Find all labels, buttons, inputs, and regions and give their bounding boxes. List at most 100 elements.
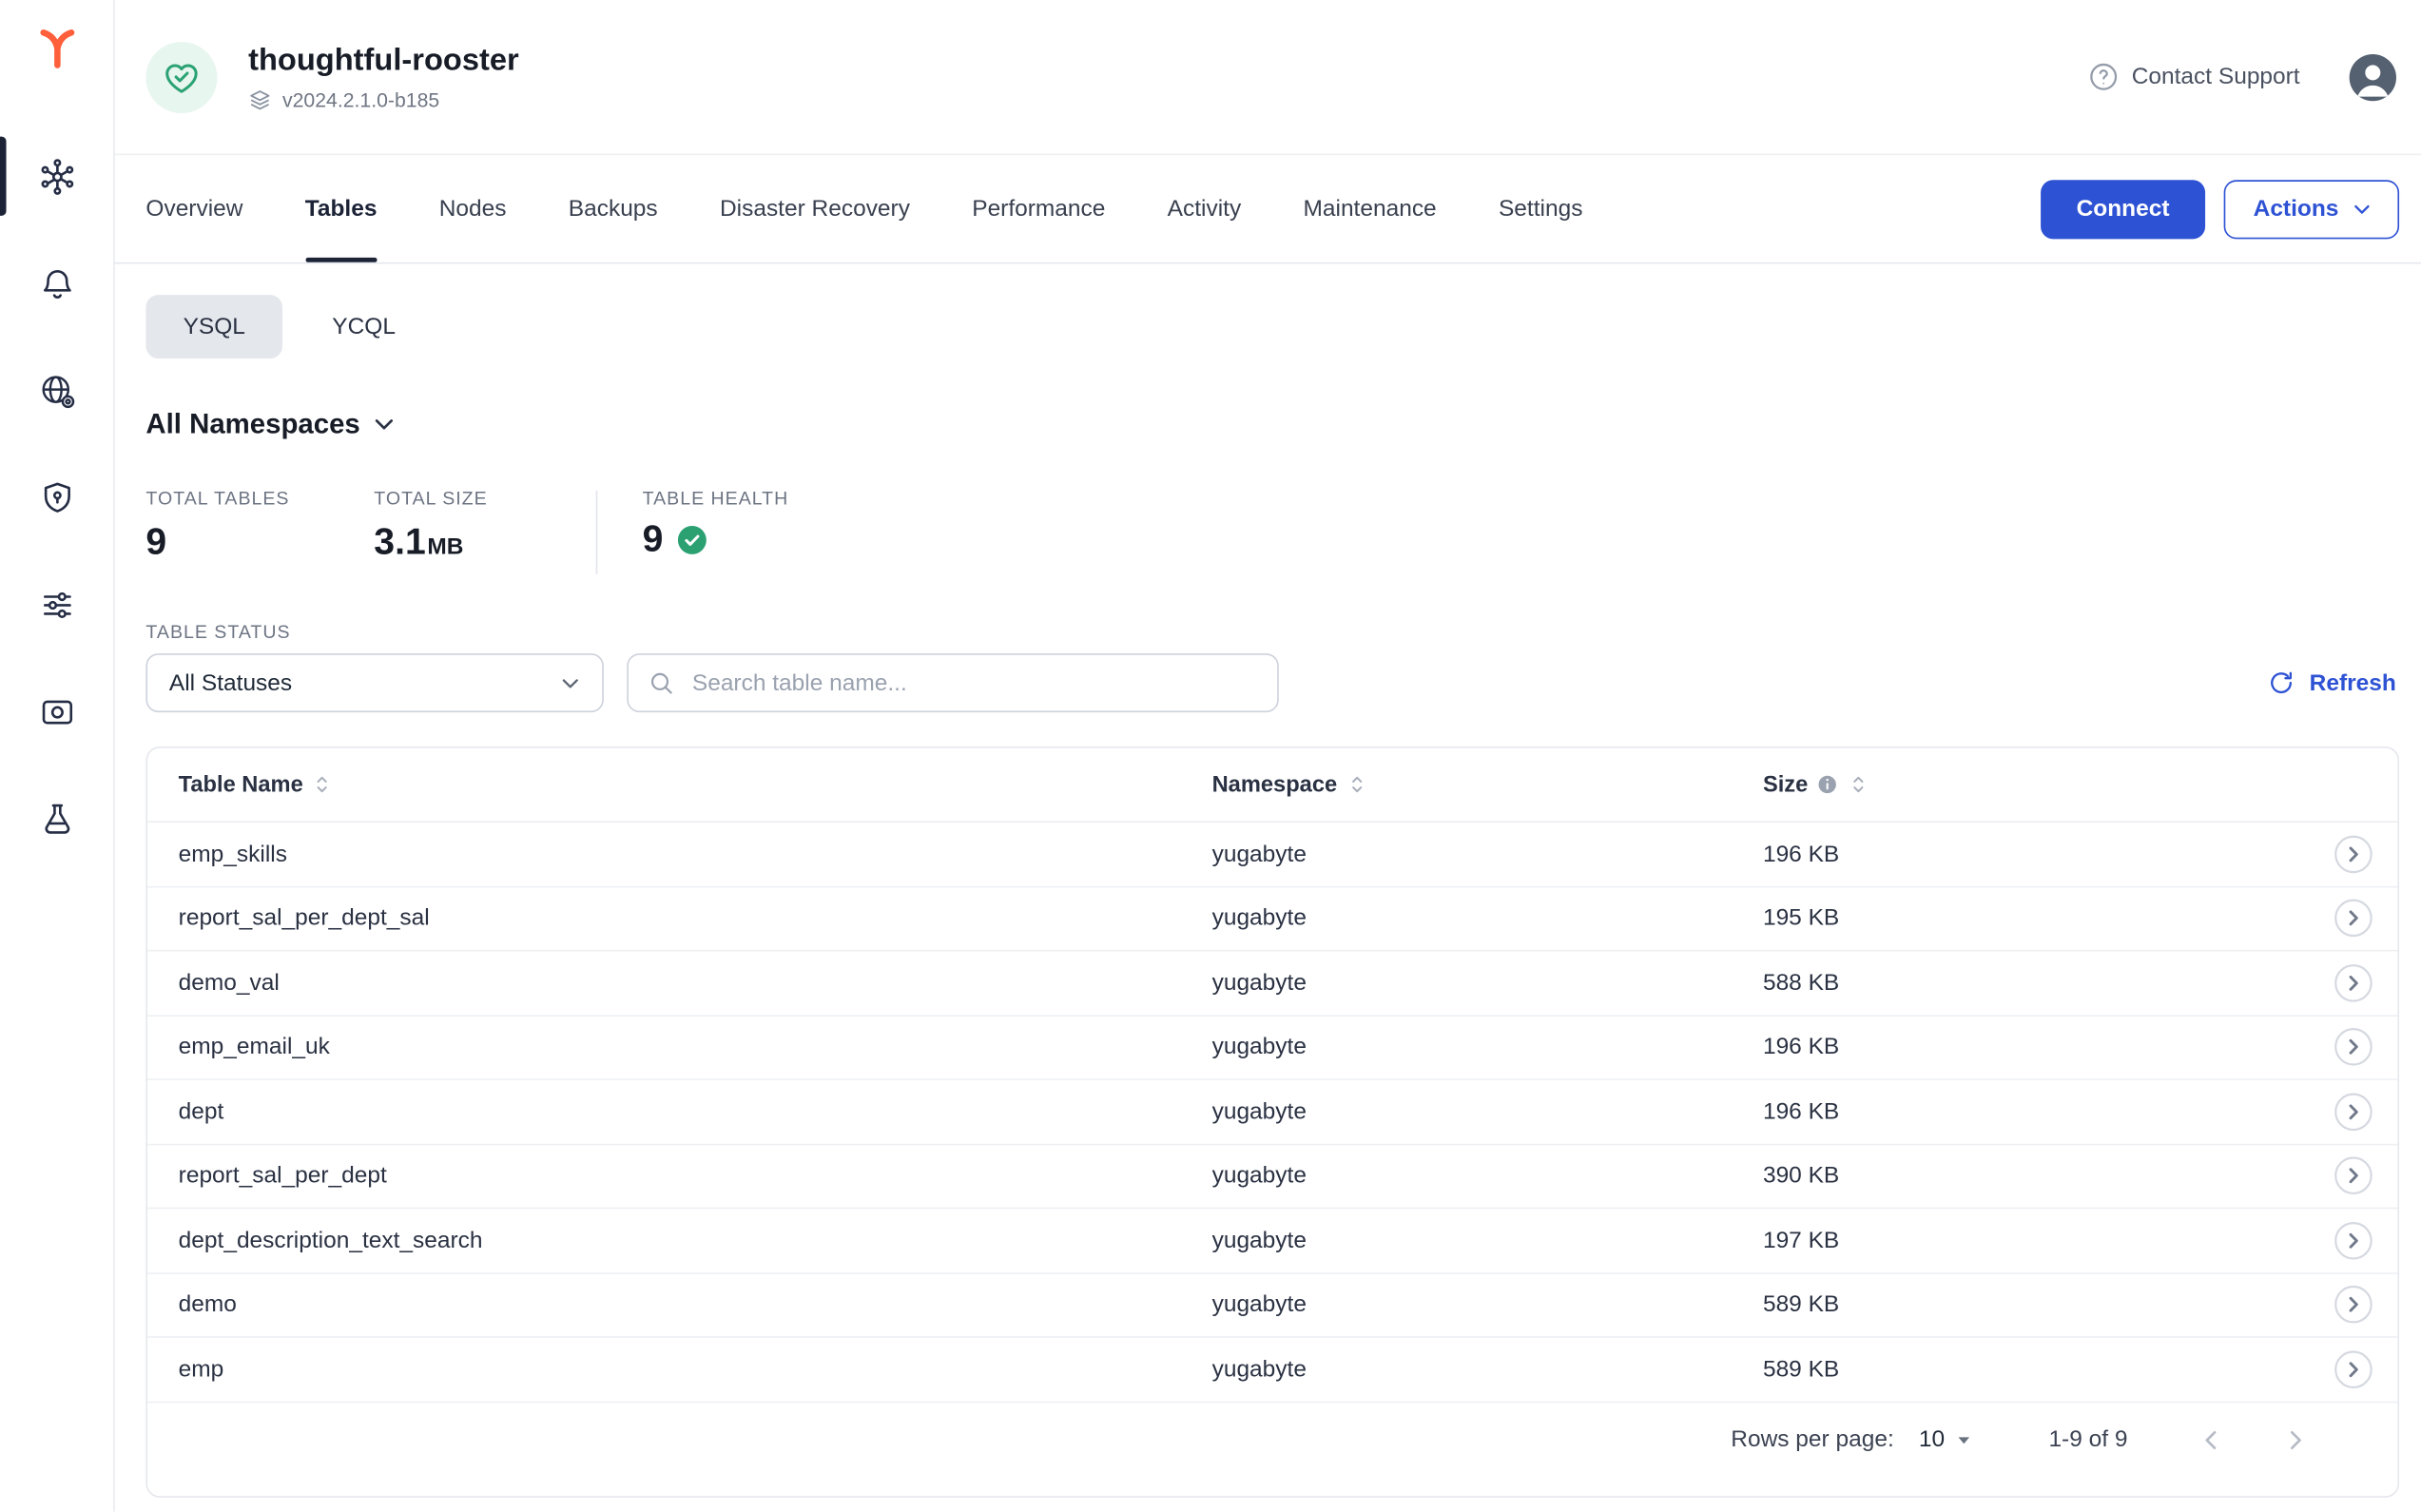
cell-size: 589 KB xyxy=(1763,1356,2305,1383)
row-detail-button[interactable] xyxy=(2334,1093,2373,1132)
toggle-ysql[interactable]: YSQL xyxy=(145,295,282,359)
refresh-button[interactable]: Refresh xyxy=(2268,669,2399,696)
tab-backups[interactable]: Backups xyxy=(569,155,658,262)
avatar[interactable] xyxy=(2347,50,2399,103)
total-tables-label: TOTAL TABLES xyxy=(145,487,374,509)
row-detail-button[interactable] xyxy=(2334,1286,2373,1325)
tab-tables[interactable]: Tables xyxy=(305,155,378,262)
sidebar-item-config[interactable] xyxy=(0,551,113,658)
sidebar-item-labs[interactable] xyxy=(0,766,113,873)
cell-table-name: demo xyxy=(179,1291,1212,1318)
table-row[interactable]: dept yugabyte 196 KB xyxy=(147,1080,2397,1145)
stats-divider xyxy=(596,491,598,574)
actions-button[interactable]: Actions xyxy=(2224,179,2399,238)
namespace-dropdown[interactable]: All Namespaces xyxy=(145,408,2399,440)
next-page-button[interactable] xyxy=(2279,1424,2311,1455)
avatar-icon xyxy=(2347,50,2399,103)
column-header-namespace[interactable]: Namespace xyxy=(1212,772,1763,797)
row-detail-button[interactable] xyxy=(2334,1156,2373,1195)
status-select[interactable]: All Statuses xyxy=(145,653,603,712)
check-circle-icon xyxy=(677,525,708,556)
help-icon xyxy=(2086,61,2119,93)
row-detail-button[interactable] xyxy=(2334,1349,2373,1388)
table-row[interactable]: emp yugabyte 589 KB xyxy=(147,1338,2397,1403)
chevron-right-circle-icon xyxy=(2334,963,2373,1002)
table-row[interactable]: report_sal_per_dept yugabyte 390 KB xyxy=(147,1145,2397,1210)
sidebar xyxy=(0,0,115,1512)
cell-namespace: yugabyte xyxy=(1212,841,1763,867)
column-header-table-name[interactable]: Table Name xyxy=(179,772,1212,797)
table-row[interactable]: demo_val yugabyte 588 KB xyxy=(147,951,2397,1016)
labs-flask-icon xyxy=(38,800,75,837)
tables-card: Table Name Namespace Size xyxy=(145,746,2399,1497)
sidebar-item-alerts[interactable] xyxy=(0,230,113,338)
namespace-dropdown-label: All Namespaces xyxy=(145,408,359,440)
global-config-icon xyxy=(36,370,76,410)
table-row[interactable]: dept_description_text_search yugabyte 19… xyxy=(147,1209,2397,1273)
toggle-ycql[interactable]: YCQL xyxy=(295,295,433,359)
tab-disaster-recovery[interactable]: Disaster Recovery xyxy=(720,155,910,262)
chevron-right-circle-icon xyxy=(2334,1286,2373,1325)
cell-namespace: yugabyte xyxy=(1212,970,1763,997)
table-row[interactable]: demo yugabyte 589 KB xyxy=(147,1273,2397,1338)
tab-maintenance[interactable]: Maintenance xyxy=(1303,155,1436,262)
app-root: thoughtful-rooster v2024.2.1.0-b185 xyxy=(0,0,2421,1512)
column-header-size[interactable]: Size xyxy=(1763,772,2305,797)
cell-size: 589 KB xyxy=(1763,1291,2305,1318)
rows-per-page-select[interactable]: 10 xyxy=(1919,1426,1978,1453)
chevron-right-circle-icon xyxy=(2334,1349,2373,1388)
cell-namespace: yugabyte xyxy=(1212,1228,1763,1254)
cell-namespace: yugabyte xyxy=(1212,1356,1763,1383)
table-row[interactable]: emp_email_uk yugabyte 196 KB xyxy=(147,1016,2397,1080)
row-detail-button[interactable] xyxy=(2334,963,2373,1002)
search-input[interactable] xyxy=(689,669,1259,698)
universe-icon xyxy=(36,156,76,196)
yugabyte-logo-icon xyxy=(38,28,75,69)
total-size-value: 3.1 xyxy=(374,523,425,564)
cell-table-name: dept_description_text_search xyxy=(179,1228,1212,1254)
tab-performance[interactable]: Performance xyxy=(972,155,1105,262)
billing-card-icon xyxy=(38,693,75,730)
total-size-unit: MB xyxy=(427,535,463,561)
table-search xyxy=(627,653,1278,712)
cell-table-name: demo_val xyxy=(179,970,1212,997)
cell-size: 196 KB xyxy=(1763,841,2305,867)
row-detail-button[interactable] xyxy=(2334,835,2373,874)
previous-page-button[interactable] xyxy=(2196,1424,2227,1455)
cell-table-name: report_sal_per_dept_sal xyxy=(179,905,1212,932)
cell-namespace: yugabyte xyxy=(1212,1098,1763,1125)
page-title: thoughtful-rooster xyxy=(248,43,519,79)
tab-settings[interactable]: Settings xyxy=(1499,155,1582,262)
cell-namespace: yugabyte xyxy=(1212,1163,1763,1190)
row-detail-button[interactable] xyxy=(2334,1028,2373,1067)
cell-size: 197 KB xyxy=(1763,1228,2305,1254)
stats-row: TOTAL TABLES 9 TOTAL SIZE 3.1MB TABLE HE… xyxy=(145,487,2399,577)
cell-table-name: emp_email_uk xyxy=(179,1034,1212,1060)
cell-size: 196 KB xyxy=(1763,1034,2305,1060)
table-row[interactable]: emp_skills yugabyte 196 KB xyxy=(147,823,2397,887)
sidebar-item-universe[interactable] xyxy=(0,123,113,230)
cell-size: 390 KB xyxy=(1763,1163,2305,1190)
tab-activity[interactable]: Activity xyxy=(1168,155,1242,262)
yugabyte-logo[interactable] xyxy=(38,25,75,71)
tab-nodes[interactable]: Nodes xyxy=(439,155,507,262)
row-detail-button[interactable] xyxy=(2334,899,2373,938)
chevron-right-circle-icon xyxy=(2334,1156,2373,1195)
cell-table-name: dept xyxy=(179,1098,1212,1125)
info-icon[interactable] xyxy=(1815,773,1838,796)
cell-size: 195 KB xyxy=(1763,905,2305,932)
row-detail-button[interactable] xyxy=(2334,1221,2373,1260)
tab-overview[interactable]: Overview xyxy=(145,155,242,262)
cell-size: 196 KB xyxy=(1763,1098,2305,1125)
actions-button-label: Actions xyxy=(2254,196,2339,223)
table-row[interactable]: report_sal_per_dept_sal yugabyte 195 KB xyxy=(147,887,2397,952)
sidebar-item-security[interactable] xyxy=(0,444,113,552)
table-health-label: TABLE HEALTH xyxy=(643,487,789,509)
cell-table-name: report_sal_per_dept xyxy=(179,1163,1212,1190)
sidebar-item-billing[interactable] xyxy=(0,658,113,766)
sort-icon xyxy=(311,773,334,796)
connect-button[interactable]: Connect xyxy=(2041,179,2205,238)
sidebar-item-global-config[interactable] xyxy=(0,337,113,444)
total-size-label: TOTAL SIZE xyxy=(374,487,595,509)
contact-support-link[interactable]: Contact Support xyxy=(2086,61,2299,93)
